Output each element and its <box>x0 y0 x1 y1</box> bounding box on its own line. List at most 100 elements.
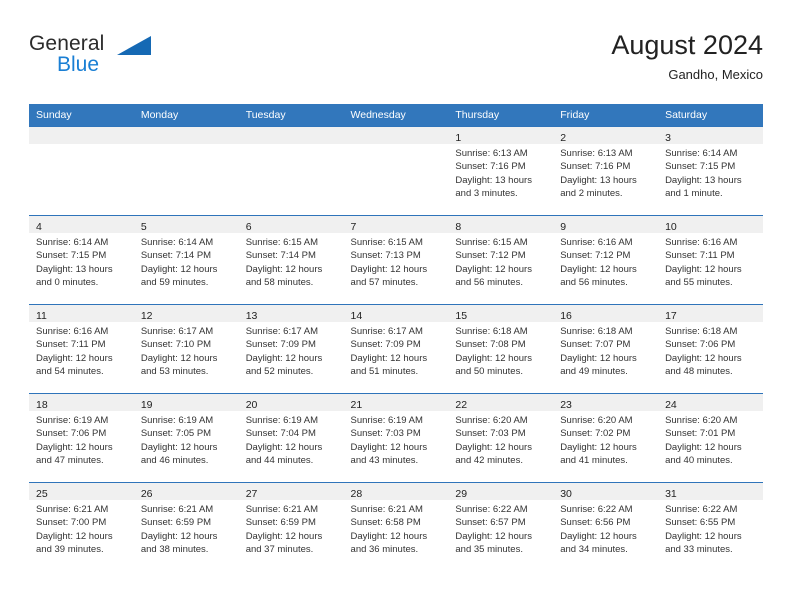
daylight-text: Daylight: 12 hours <box>665 352 742 364</box>
calendar-day-cell[interactable]: 20 Sunrise: 6:19 AM Sunset: 7:04 PM Dayligh… <box>238 393 344 483</box>
day-number: 8 <box>455 221 462 233</box>
calendar-day-cell[interactable]: 12 Sunrise: 6:17 AM Sunset: 7:10 PM Dayligh… <box>133 304 239 394</box>
sunrise-text: Sunrise: 6:19 AM <box>140 415 214 426</box>
calendar-day-cell[interactable]: 27 Sunrise: 6:21 AM Sunset: 6:59 PM Dayligh… <box>238 482 344 571</box>
daylight-text-cont: and 3 minutes. <box>455 188 518 200</box>
sunrise-text: Sunrise: 6:13 AM <box>455 148 528 159</box>
day-number-band: 4 <box>29 216 134 233</box>
calendar-day-cell[interactable]: 23 Sunrise: 6:20 AM Sunset: 7:02 PM Dayligh… <box>553 393 659 483</box>
day-number-band: 29 <box>448 483 554 500</box>
day-cell-content: 6 Sunrise: 6:15 AM Sunset: 7:14 PM Daylight… <box>238 216 344 304</box>
day-details <box>239 144 344 147</box>
calendar-day-cell[interactable]: 2 Sunrise: 6:13 AM Sunset: 7:16 PM Daylight… <box>553 126 659 216</box>
calendar-grid: Sunday Monday Tuesday Wednesday Thursday… <box>29 104 763 571</box>
day-number: 29 <box>455 488 468 500</box>
calendar-day-cell[interactable]: 14 Sunrise: 6:17 AM Sunset: 7:09 PM Dayligh… <box>343 304 449 394</box>
day-number-band: 22 <box>448 394 554 411</box>
daylight-text: Daylight: 12 hours <box>455 530 532 542</box>
calendar-day-cell[interactable]: 31 Sunrise: 6:22 AM Sunset: 6:55 PM Dayligh… <box>658 482 763 571</box>
day-cell-content: 14 Sunrise: 6:17 AM Sunset: 7:09 PM Dayligh… <box>343 305 449 393</box>
sunset-text: Sunset: 7:13 PM <box>350 250 421 262</box>
sunset-text: Sunset: 7:14 PM <box>245 250 316 262</box>
sunset-text: Sunset: 7:10 PM <box>140 339 212 351</box>
sunset-text: Sunset: 7:09 PM <box>350 339 421 351</box>
day-number: 17 <box>665 310 677 322</box>
day-number: 22 <box>455 399 468 411</box>
daylight-text: Daylight: 12 hours <box>455 441 532 453</box>
calendar-day-cell[interactable]: 29 Sunrise: 6:22 AM Sunset: 6:57 PM Dayligh… <box>448 482 554 571</box>
daylight-text-cont: and 1 minute. <box>665 188 723 200</box>
calendar-day-cell[interactable] <box>29 126 134 216</box>
day-cell-empty <box>29 127 134 215</box>
calendar-day-cell[interactable] <box>238 126 344 216</box>
calendar-day-cell[interactable]: 8 Sunrise: 6:15 AM Sunset: 7:12 PM Daylight… <box>448 215 554 305</box>
day-details: Sunrise: 6:21 AM Sunset: 7:00 PM Daylight:… <box>29 500 134 557</box>
sunset-text: Sunset: 7:15 PM <box>665 161 736 173</box>
calendar-day-cell[interactable]: 17 Sunrise: 6:18 AM Sunset: 7:06 PM Dayligh… <box>658 304 763 394</box>
daylight-text: Daylight: 12 hours <box>140 263 218 275</box>
day-cell-content: 4 Sunrise: 6:14 AM Sunset: 7:15 PM Daylight… <box>29 216 134 304</box>
day-cell-content: 12 Sunrise: 6:17 AM Sunset: 7:10 PM Dayligh… <box>133 305 239 393</box>
day-details: Sunrise: 6:22 AM Sunset: 6:56 PM Daylight:… <box>553 500 658 557</box>
brand-name-blue: Blue <box>57 53 100 76</box>
day-details: Sunrise: 6:20 AM Sunset: 7:02 PM Daylight:… <box>553 411 658 468</box>
day-number: 15 <box>455 310 468 322</box>
sunset-text: Sunset: 6:58 PM <box>350 517 421 529</box>
day-number-band: 6 <box>238 216 344 233</box>
calendar-day-cell[interactable]: 24 Sunrise: 6:20 AM Sunset: 7:01 PM Dayligh… <box>658 393 763 483</box>
calendar-day-cell[interactable]: 19 Sunrise: 6:19 AM Sunset: 7:05 PM Dayligh… <box>133 393 239 483</box>
sunrise-text: Sunrise: 6:21 AM <box>245 504 319 515</box>
calendar-day-cell[interactable]: 4 Sunrise: 6:14 AM Sunset: 7:15 PM Daylight… <box>29 215 134 305</box>
day-number-band <box>133 127 239 144</box>
calendar-day-cell[interactable]: 25 Sunrise: 6:21 AM Sunset: 7:00 PM Dayligh… <box>29 482 134 571</box>
day-number-band: 20 <box>238 394 344 411</box>
day-number: 31 <box>665 488 677 500</box>
calendar-day-cell[interactable]: 30 Sunrise: 6:22 AM Sunset: 6:56 PM Dayligh… <box>553 482 659 571</box>
day-number-band: 31 <box>658 483 763 500</box>
calendar-day-cell[interactable]: 28 Sunrise: 6:21 AM Sunset: 6:58 PM Dayligh… <box>343 482 449 571</box>
calendar-day-cell[interactable]: 26 Sunrise: 6:21 AM Sunset: 6:59 PM Dayligh… <box>133 482 239 571</box>
day-number-band: 30 <box>553 483 659 500</box>
calendar-day-cell[interactable]: 3 Sunrise: 6:14 AM Sunset: 7:15 PM Daylight… <box>658 126 763 216</box>
sunrise-text: Sunrise: 6:14 AM <box>665 148 738 159</box>
day-number-band: 15 <box>448 305 554 322</box>
sunset-text: Sunset: 7:04 PM <box>245 428 316 440</box>
day-cell-content: 1 Sunrise: 6:13 AM Sunset: 7:16 PM Daylight… <box>448 127 554 215</box>
daylight-text: Daylight: 12 hours <box>350 530 428 542</box>
day-cell-content: 22 Sunrise: 6:20 AM Sunset: 7:03 PM Dayligh… <box>448 394 554 482</box>
calendar-day-cell[interactable]: 18 Sunrise: 6:19 AM Sunset: 7:06 PM Dayligh… <box>29 393 134 483</box>
day-number: 11 <box>36 310 47 322</box>
day-cell-content: 24 Sunrise: 6:20 AM Sunset: 7:01 PM Dayligh… <box>658 394 763 482</box>
day-details: Sunrise: 6:18 AM Sunset: 7:06 PM Daylight:… <box>658 322 763 379</box>
day-details: Sunrise: 6:15 AM Sunset: 7:13 PM Daylight:… <box>344 233 449 290</box>
day-number: 16 <box>560 310 572 322</box>
calendar-day-cell[interactable]: 1 Sunrise: 6:13 AM Sunset: 7:16 PM Daylight… <box>448 126 554 216</box>
calendar-day-cell[interactable] <box>133 126 239 216</box>
calendar-day-cell[interactable]: 13 Sunrise: 6:17 AM Sunset: 7:09 PM Dayligh… <box>238 304 344 394</box>
sunrise-text: Sunrise: 6:16 AM <box>560 237 633 248</box>
calendar-day-cell[interactable]: 7 Sunrise: 6:15 AM Sunset: 7:13 PM Daylight… <box>343 215 449 305</box>
day-number-band: 24 <box>658 394 763 411</box>
brand-logo[interactable]: General Blue <box>29 32 259 88</box>
calendar-day-cell[interactable] <box>343 126 449 216</box>
calendar-day-cell[interactable]: 6 Sunrise: 6:15 AM Sunset: 7:14 PM Daylight… <box>238 215 344 305</box>
calendar-day-cell[interactable]: 22 Sunrise: 6:20 AM Sunset: 7:03 PM Dayligh… <box>448 393 554 483</box>
day-number: 1 <box>455 132 462 144</box>
day-details: Sunrise: 6:21 AM Sunset: 6:58 PM Daylight:… <box>344 500 449 557</box>
daylight-text: Daylight: 13 hours <box>560 174 637 186</box>
day-number: 9 <box>560 221 567 233</box>
calendar-day-cell[interactable]: 16 Sunrise: 6:18 AM Sunset: 7:07 PM Dayligh… <box>553 304 659 394</box>
calendar-day-cell[interactable]: 11 Sunrise: 6:16 AM Sunset: 7:11 PM Dayligh… <box>29 304 134 394</box>
day-number: 21 <box>350 399 363 411</box>
calendar-day-cell[interactable]: 10 Sunrise: 6:16 AM Sunset: 7:11 PM Dayligh… <box>658 215 763 305</box>
calendar-day-cell[interactable]: 9 Sunrise: 6:16 AM Sunset: 7:12 PM Daylight… <box>553 215 659 305</box>
day-cell-content: 26 Sunrise: 6:21 AM Sunset: 6:59 PM Dayligh… <box>133 483 239 571</box>
sunrise-text: Sunrise: 6:20 AM <box>560 415 633 426</box>
day-number-band: 9 <box>553 216 659 233</box>
day-number: 5 <box>140 221 147 233</box>
calendar-day-cell[interactable]: 5 Sunrise: 6:14 AM Sunset: 7:14 PM Daylight… <box>133 215 239 305</box>
calendar-day-cell[interactable]: 15 Sunrise: 6:18 AM Sunset: 7:08 PM Dayligh… <box>448 304 554 394</box>
calendar-day-cell[interactable]: 21 Sunrise: 6:19 AM Sunset: 7:03 PM Dayligh… <box>343 393 449 483</box>
day-details: Sunrise: 6:13 AM Sunset: 7:16 PM Daylight:… <box>448 144 553 201</box>
daylight-text-cont: and 39 minutes. <box>36 544 104 556</box>
